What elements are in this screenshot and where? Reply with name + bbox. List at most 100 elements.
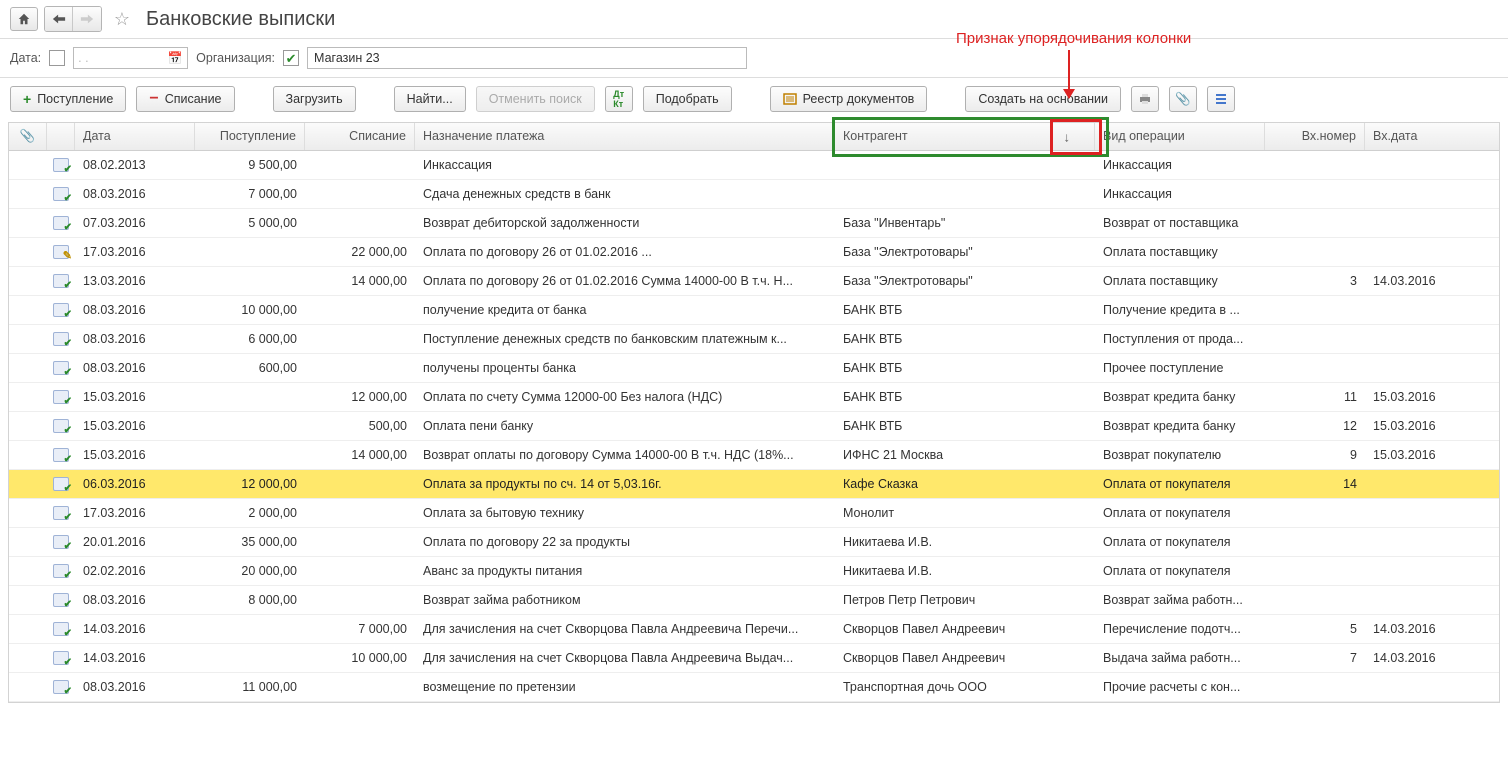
favorite-button[interactable]: ☆ bbox=[108, 7, 136, 31]
table-row[interactable]: 13.03.201614 000,00Оплата по договору 26… bbox=[9, 267, 1499, 296]
date-field[interactable]: . . 📅 bbox=[73, 47, 188, 69]
pick-button[interactable]: Подобрать bbox=[643, 86, 732, 112]
cell-attach bbox=[9, 499, 47, 527]
back-button[interactable] bbox=[45, 7, 73, 31]
table-row[interactable]: 08.03.201611 000,00возмещение по претенз… bbox=[9, 673, 1499, 702]
dtkt-button[interactable]: ДтКт bbox=[605, 86, 633, 112]
income-button[interactable]: +Поступление bbox=[10, 86, 126, 112]
col-status[interactable] bbox=[47, 123, 75, 150]
doc-ok-icon bbox=[53, 448, 69, 462]
cell-attach bbox=[9, 354, 47, 382]
cell-purpose: Оплата за продукты по сч. 14 от 5,03.16г… bbox=[415, 470, 835, 498]
registry-button[interactable]: Реестр документов bbox=[770, 86, 928, 112]
col-in-date[interactable]: Вх.дата bbox=[1365, 123, 1465, 150]
cell-status bbox=[47, 180, 75, 208]
cell-counterparty: База "Электротовары" bbox=[835, 267, 1095, 295]
cell-operation: Оплата от покупателя bbox=[1095, 470, 1265, 498]
doc-ok-icon bbox=[53, 651, 69, 665]
print-button[interactable] bbox=[1131, 86, 1159, 112]
table-row[interactable]: 08.03.201610 000,00получение кредита от … bbox=[9, 296, 1499, 325]
cell-income bbox=[195, 441, 305, 469]
attach-button[interactable]: 📎 bbox=[1169, 86, 1197, 112]
cell-in-date bbox=[1365, 557, 1465, 585]
cell-date: 08.03.2016 bbox=[75, 296, 195, 324]
col-outcome[interactable]: Списание bbox=[305, 123, 415, 150]
table-row[interactable]: 02.02.201620 000,00Аванс за продукты пит… bbox=[9, 557, 1499, 586]
table-row[interactable]: 17.03.201622 000,00Оплата по договору 26… bbox=[9, 238, 1499, 267]
cell-in-number bbox=[1265, 673, 1365, 701]
col-purpose[interactable]: Назначение платежа bbox=[415, 123, 835, 150]
cell-in-number: 11 bbox=[1265, 383, 1365, 411]
cell-outcome: 14 000,00 bbox=[305, 267, 415, 295]
annotation-arrow bbox=[1068, 50, 1070, 98]
col-attach[interactable]: 📎 bbox=[9, 123, 47, 150]
col-in-number[interactable]: Вх.номер bbox=[1265, 123, 1365, 150]
find-button[interactable]: Найти... bbox=[394, 86, 466, 112]
cell-in-date: 15.03.2016 bbox=[1365, 383, 1465, 411]
home-button[interactable] bbox=[10, 7, 38, 31]
table-row[interactable]: 08.03.20168 000,00Возврат займа работник… bbox=[9, 586, 1499, 615]
doc-ok-icon bbox=[53, 332, 69, 346]
col-counterparty[interactable]: Контрагент ↓ bbox=[835, 123, 1095, 150]
cell-counterparty: Скворцов Павел Андреевич bbox=[835, 644, 1095, 672]
cell-counterparty: База "Инвентарь" bbox=[835, 209, 1095, 237]
table-row[interactable]: 15.03.201612 000,00Оплата по счету Сумма… bbox=[9, 383, 1499, 412]
cell-date: 07.03.2016 bbox=[75, 209, 195, 237]
cell-in-date: 14.03.2016 bbox=[1365, 267, 1465, 295]
doc-ok-icon bbox=[53, 303, 69, 317]
table-row[interactable]: 08.03.20166 000,00Поступление денежных с… bbox=[9, 325, 1499, 354]
list-icon bbox=[1214, 92, 1228, 106]
cell-date: 13.03.2016 bbox=[75, 267, 195, 295]
cell-status bbox=[47, 557, 75, 585]
col-income[interactable]: Поступление bbox=[195, 123, 305, 150]
cell-in-number bbox=[1265, 238, 1365, 266]
cell-date: 06.03.2016 bbox=[75, 470, 195, 498]
table-row[interactable]: 06.03.201612 000,00 Оплата за продукты по… bbox=[9, 470, 1499, 499]
list-button[interactable] bbox=[1207, 86, 1235, 112]
table-row[interactable]: 14.03.20167 000,00Для зачисления на счет… bbox=[9, 615, 1499, 644]
cell-purpose: Возврат дебиторской задолженности bbox=[415, 209, 835, 237]
cell-in-number: 14 bbox=[1265, 470, 1365, 498]
nav-group bbox=[44, 6, 102, 32]
create-based-button[interactable]: Создать на основании bbox=[965, 86, 1121, 112]
cell-in-date: 15.03.2016 bbox=[1365, 412, 1465, 440]
cell-in-date bbox=[1365, 151, 1465, 179]
cell-purpose: Аванс за продукты питания bbox=[415, 557, 835, 585]
cell-counterparty: База "Электротовары" bbox=[835, 238, 1095, 266]
load-button[interactable]: Загрузить bbox=[273, 86, 356, 112]
cell-counterparty bbox=[835, 180, 1095, 208]
table-row[interactable]: 15.03.201614 000,00Возврат оплаты по дог… bbox=[9, 441, 1499, 470]
cell-attach bbox=[9, 267, 47, 295]
table-row[interactable]: 20.01.201635 000,00Оплата по договору 22… bbox=[9, 528, 1499, 557]
cell-operation: Оплата от покупателя bbox=[1095, 557, 1265, 585]
doc-edit-icon bbox=[53, 245, 69, 259]
table-row[interactable]: 15.03.2016500,00Оплата пени банкуБАНК ВТ… bbox=[9, 412, 1499, 441]
outcome-button[interactable]: −Списание bbox=[136, 86, 234, 112]
cell-in-date bbox=[1365, 180, 1465, 208]
cancel-search-button[interactable]: Отменить поиск bbox=[476, 86, 595, 112]
col-operation-type[interactable]: Вид операции bbox=[1095, 123, 1265, 150]
org-field[interactable]: Магазин 23 bbox=[307, 47, 747, 69]
table-row[interactable]: 17.03.20162 000,00Оплата за бытовую техн… bbox=[9, 499, 1499, 528]
col-date[interactable]: Дата bbox=[75, 123, 195, 150]
cell-income: 9 500,00 bbox=[195, 151, 305, 179]
cell-income: 6 000,00 bbox=[195, 325, 305, 353]
page-title: Банковские выписки bbox=[146, 8, 335, 31]
doc-ok-icon bbox=[53, 477, 69, 491]
date-checkbox[interactable] bbox=[49, 50, 65, 66]
cell-in-number: 12 bbox=[1265, 412, 1365, 440]
cell-income: 12 000,00 bbox=[195, 470, 305, 498]
table-row[interactable]: 08.03.20167 000,00Сдача денежных средств… bbox=[9, 180, 1499, 209]
org-checkbox[interactable]: ✔ bbox=[283, 50, 299, 66]
doc-ok-icon bbox=[53, 535, 69, 549]
cell-date: 15.03.2016 bbox=[75, 441, 195, 469]
cell-in-number bbox=[1265, 528, 1365, 556]
cell-date: 08.02.2013 bbox=[75, 151, 195, 179]
table-row[interactable]: 14.03.201610 000,00Для зачисления на сче… bbox=[9, 644, 1499, 673]
table-row[interactable]: 08.02.20139 500,00ИнкассацияИнкассация bbox=[9, 151, 1499, 180]
calendar-icon[interactable]: 📅 bbox=[167, 51, 183, 65]
forward-button[interactable] bbox=[73, 7, 101, 31]
table-row[interactable]: 07.03.20165 000,00Возврат дебиторской за… bbox=[9, 209, 1499, 238]
cell-purpose: получены проценты банка bbox=[415, 354, 835, 382]
table-row[interactable]: 08.03.2016600,00получены проценты банкаБ… bbox=[9, 354, 1499, 383]
